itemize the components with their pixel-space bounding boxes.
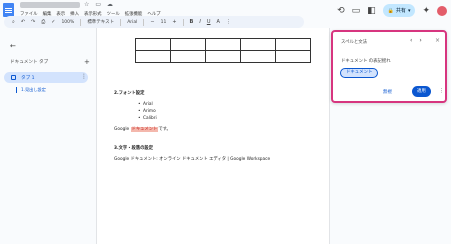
text-color-icon[interactable]: A xyxy=(216,19,219,25)
tab-item-1[interactable]: タブ 1 ⋮ xyxy=(4,72,88,83)
bullet-item: Arimo xyxy=(138,109,156,114)
header-actions: ⟲ ▭ ◧ 🔒 共有 ▾ ✦ xyxy=(337,4,447,17)
share-label: 共有 xyxy=(395,8,406,14)
document-page[interactable]: 2.フォント設定 Arial Arimo Calibri Google ドキュメ… xyxy=(96,28,330,244)
close-icon[interactable]: × xyxy=(435,37,440,44)
move-folder-icon[interactable]: ▭ xyxy=(95,1,103,8)
tab-more-icon[interactable]: ⋮ xyxy=(81,73,87,80)
increase-font-icon[interactable]: + xyxy=(172,19,176,25)
heading-font-settings: 2.フォント設定 xyxy=(114,91,145,96)
underline-icon[interactable]: U xyxy=(207,19,211,25)
tabs-heading: ドキュメント タブ xyxy=(10,60,49,65)
back-arrow-icon[interactable]: ← xyxy=(10,42,16,50)
outline-item[interactable]: 1.見出し設定 xyxy=(21,87,46,93)
lock-icon: 🔒 xyxy=(387,7,394,14)
font-size-input[interactable]: 11 xyxy=(161,20,167,25)
suggestion-chip[interactable]: ドキュメント xyxy=(340,68,379,78)
spellcheck-icon[interactable]: ✓ xyxy=(51,19,55,25)
zoom-select[interactable]: 100% xyxy=(61,20,74,25)
bullet-item: Calibri xyxy=(138,116,157,121)
more-options-icon[interactable]: ⋮ xyxy=(226,19,231,25)
decrease-font-icon[interactable]: − xyxy=(150,19,154,25)
share-button[interactable]: 🔒 共有 ▾ xyxy=(382,4,416,17)
gemini-sparkle-icon[interactable]: ✦ xyxy=(422,6,430,16)
body-text: Google ドキュメント: オンライン ドキュメント エディタ | Googl… xyxy=(114,157,271,162)
history-icon[interactable]: ⟲ xyxy=(337,6,345,16)
text-suffix: です。 xyxy=(158,127,171,132)
previous-icon[interactable]: ‹ xyxy=(410,37,412,44)
panel-title: スペルと文法 xyxy=(341,40,368,45)
avatar[interactable] xyxy=(437,5,447,16)
tab-label: タブ 1 xyxy=(21,75,35,81)
toolbar: ⌕ ↶ ↷ ⎙ ✓ 100% 標準テキスト Arial − 11 + B I U… xyxy=(4,16,304,28)
bullet-item: Arial xyxy=(138,102,153,107)
text-prefix: Google xyxy=(114,127,131,132)
italic-icon[interactable]: I xyxy=(199,19,200,25)
toolbar-divider xyxy=(80,18,82,26)
text-line: Google ドキュメントです。 xyxy=(114,126,171,132)
more-options-icon[interactable]: ⋮ xyxy=(439,88,444,94)
docs-logo-icon[interactable] xyxy=(3,3,14,17)
title-actions: ☆ ▭ ☁ xyxy=(84,1,115,8)
cloud-status-icon[interactable]: ☁ xyxy=(107,1,115,8)
print-icon[interactable]: ⎙ xyxy=(41,19,45,25)
outline-indicator xyxy=(16,87,17,93)
accept-button[interactable]: 適用 xyxy=(412,86,431,97)
video-call-icon[interactable]: ◧ xyxy=(367,6,376,16)
bold-icon[interactable]: B xyxy=(190,19,194,25)
chevron-down-icon: ▾ xyxy=(407,7,411,14)
document-table[interactable] xyxy=(135,38,311,63)
toolbar-divider xyxy=(120,18,122,26)
toolbar-divider xyxy=(143,18,145,26)
tab-icon xyxy=(11,75,16,80)
undo-icon[interactable]: ↶ xyxy=(21,19,25,25)
search-menus-icon[interactable]: ⌕ xyxy=(12,19,15,25)
document-outline-panel: ← ドキュメント タブ + タブ 1 ⋮ 1.見出し設定 xyxy=(0,32,95,244)
font-select[interactable]: Arial xyxy=(127,20,137,25)
heading-text-paragraph: 3.文字・段落の設定 xyxy=(114,146,153,151)
spelling-grammar-panel: スペルと文法 ‹ › × ドキュメント の表記揺れ ドキュメント 無視 適用 ⋮ xyxy=(331,30,447,103)
comment-icon[interactable]: ▭ xyxy=(352,6,361,16)
add-tab-icon[interactable]: + xyxy=(84,58,90,66)
panel-navigation: ‹ › xyxy=(410,37,422,44)
next-icon[interactable]: › xyxy=(419,37,421,44)
star-icon[interactable]: ☆ xyxy=(84,1,91,8)
suggestion-label: ドキュメント の表記揺れ xyxy=(341,59,391,64)
flagged-word[interactable]: ドキュメント xyxy=(130,127,159,132)
redo-icon[interactable]: ↷ xyxy=(31,19,35,25)
document-title[interactable] xyxy=(20,2,80,8)
toolbar-divider xyxy=(182,18,184,26)
ignore-button[interactable]: 無視 xyxy=(383,89,392,95)
paragraph-style-select[interactable]: 標準テキスト xyxy=(87,19,114,25)
